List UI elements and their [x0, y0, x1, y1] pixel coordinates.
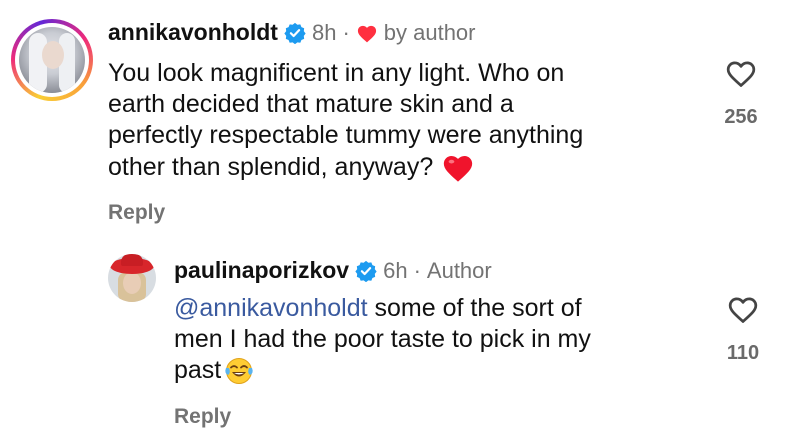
comment-username[interactable]: annikavonholdt	[108, 19, 278, 46]
avatar-ring-gap	[15, 23, 89, 97]
reply-button[interactable]: Reply	[174, 405, 231, 429]
like-heart-icon[interactable]	[724, 58, 758, 88]
avatar[interactable]	[19, 27, 85, 93]
comment-body: You look magnificent in any light. Who o…	[108, 58, 688, 183]
verified-badge-icon	[355, 260, 377, 282]
meta-separator: ·	[342, 19, 350, 45]
avatar[interactable]	[108, 254, 156, 302]
comment-line: other than splendid, anyway?	[108, 152, 434, 181]
author-label: Author	[426, 257, 492, 283]
verified-badge-icon	[284, 22, 306, 44]
comment-line: some of the sort of	[367, 294, 582, 322]
red-heart-emoji	[444, 155, 473, 182]
like-heart-icon[interactable]	[726, 294, 760, 324]
comment-time: 8h	[311, 19, 337, 45]
like-count: 110	[726, 342, 760, 364]
comment-time: 6h	[383, 257, 408, 283]
meta-separator: ·	[413, 257, 421, 283]
comment-line: perfectly respectable tummy were anythin…	[108, 121, 584, 149]
tears-of-joy-emoji	[225, 357, 253, 384]
comment-body: @annikavonholdt some of the sort of men …	[174, 293, 694, 386]
heart-filled-icon	[357, 25, 376, 42]
comment-username[interactable]: paulinaporizkov	[174, 257, 349, 284]
avatar-story-ring[interactable]	[11, 19, 93, 101]
comment-line: past	[174, 356, 222, 384]
comment-line: earth decided that mature skin and a	[108, 90, 514, 118]
author-liked-label: by author	[383, 19, 476, 45]
reply-button[interactable]: Reply	[108, 201, 165, 225]
comment-line: You look magnificent in any light. Who o…	[108, 59, 565, 87]
comment-header: annikavonholdt 8h · by author	[108, 19, 476, 46]
like-count: 256	[724, 106, 758, 128]
comment-line: men I had the poor taste to pick in my	[174, 325, 591, 353]
comment-header: paulinaporizkov 6h · Author	[174, 257, 492, 284]
mention-link[interactable]: @annikavonholdt	[174, 294, 368, 322]
